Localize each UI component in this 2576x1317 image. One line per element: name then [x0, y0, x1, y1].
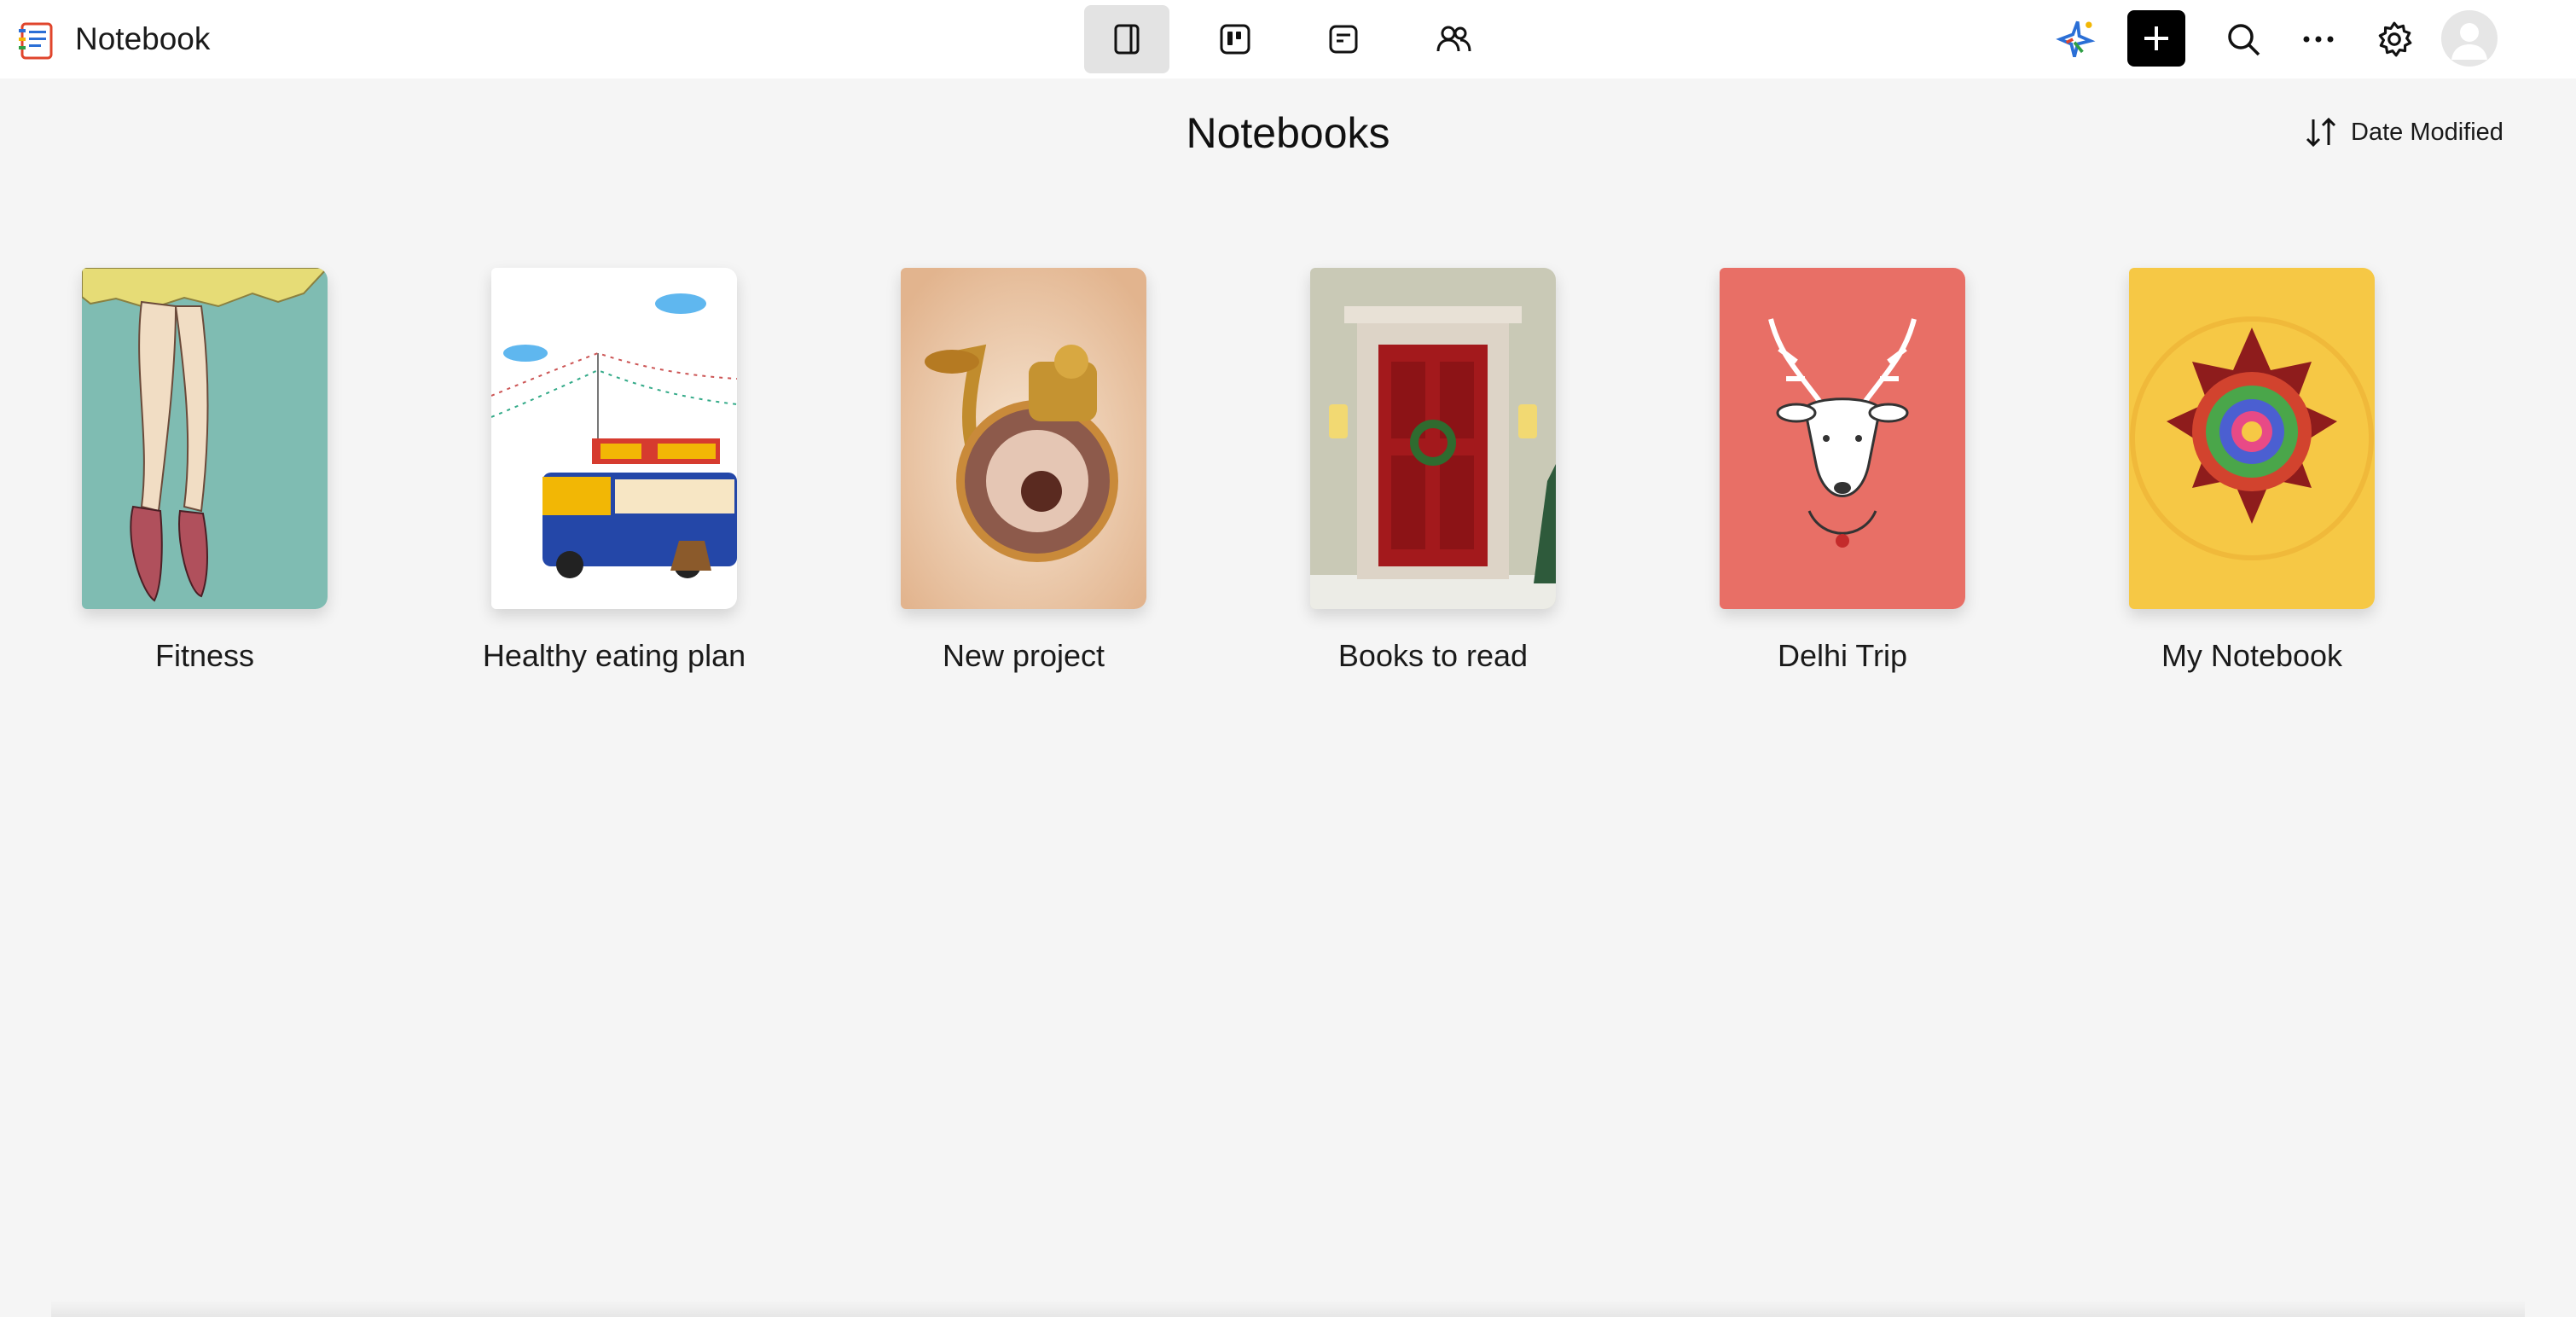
notebook-label: Delhi Trip [1777, 638, 1908, 673]
notebook-card[interactable]: Delhi Trip [1720, 268, 1965, 673]
more-icon [2303, 36, 2334, 43]
ai-sparkle-icon[interactable] [2045, 10, 2103, 68]
more-button[interactable] [2289, 10, 2347, 68]
notebook-cover[interactable] [2129, 268, 2375, 609]
people-icon [1436, 26, 1471, 52]
board-icon [1220, 24, 1250, 55]
search-button[interactable] [2214, 10, 2272, 68]
notebook-card[interactable]: Healthy eating plan [483, 268, 746, 673]
notebook-label: New project [942, 638, 1105, 673]
notebook-cover[interactable] [1720, 268, 1965, 609]
add-button[interactable] [2127, 10, 2185, 67]
search-icon [2228, 24, 2260, 56]
notebooks-view-button[interactable] [1084, 5, 1169, 73]
sort-icon [2306, 117, 2336, 148]
sort-label: Date Modified [2351, 118, 2503, 146]
notebook-cover[interactable] [1310, 268, 1556, 609]
notebook-label: My Notebook [2161, 638, 2343, 673]
notebook-card[interactable]: Books to read [1310, 268, 1556, 673]
notebook-cover[interactable] [491, 268, 737, 609]
settings-button[interactable] [2365, 10, 2423, 68]
bottom-edge [51, 1300, 2525, 1317]
notebook-label: Fitness [154, 638, 255, 673]
card-icon [1329, 25, 1358, 54]
app-title: Notebook [75, 21, 211, 56]
notebook-card[interactable]: New project [901, 268, 1146, 673]
cards-view-button[interactable] [1301, 5, 1386, 73]
sort-button[interactable]: Date Modified [2303, 114, 2503, 150]
shared-view-button[interactable] [1411, 5, 1496, 73]
notebook-label: Healthy eating plan [482, 638, 746, 673]
gear-icon [2378, 21, 2412, 57]
notebook-logo-icon [15, 19, 58, 61]
plus-icon [2144, 26, 2168, 50]
avatar[interactable] [2441, 10, 2498, 67]
avatar-icon [2451, 23, 2487, 60]
notebook-cover[interactable] [82, 268, 328, 609]
notebook-label: Books to read [1337, 638, 1529, 673]
panel-icon [1114, 24, 1140, 55]
notebook-card[interactable]: My Notebook [2129, 268, 2375, 673]
top-bar: Notebook [0, 0, 2576, 78]
notebook-cover[interactable] [901, 268, 1146, 609]
board-view-button[interactable] [1192, 5, 1278, 73]
notebook-card[interactable]: Fitness [82, 268, 328, 673]
page-title: Notebooks [1186, 109, 1390, 157]
